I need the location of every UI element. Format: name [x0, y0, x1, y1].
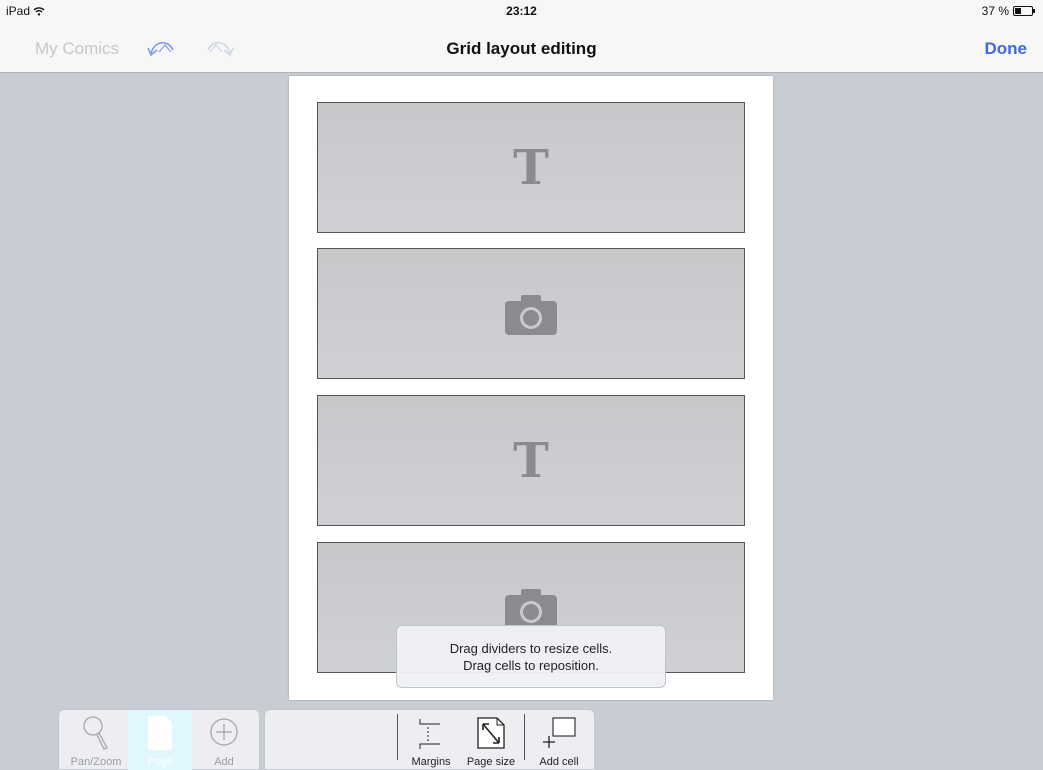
- navigation-bar: My Comics Grid layout editing Done: [0, 22, 1043, 73]
- pan-zoom-button[interactable]: Pan/Zoom: [64, 710, 128, 770]
- text-cell-icon: T: [513, 139, 549, 196]
- photo-cell[interactable]: [317, 248, 745, 379]
- page-size-icon: [477, 717, 505, 749]
- magnifier-icon: [83, 716, 108, 750]
- undo-icon[interactable]: [145, 34, 179, 62]
- add-mode-label: Add: [214, 756, 234, 768]
- add-cell-icon: [543, 717, 576, 748]
- divider: [397, 714, 398, 760]
- add-cell-label: Add cell: [539, 756, 579, 768]
- page-mode-label: Page: [147, 756, 173, 768]
- margins-icon: [419, 719, 440, 749]
- battery-icon: [1013, 6, 1035, 16]
- comic-page: T T: [289, 76, 773, 700]
- margins-label: Margins: [411, 756, 451, 768]
- text-cell-icon: T: [513, 432, 549, 489]
- page-actions-toolbar: Margins Page size Add cell: [264, 709, 595, 769]
- hint-tooltip: Drag dividers to resize cells. Drag cell…: [396, 625, 666, 688]
- hint-line-1: Drag dividers to resize cells.: [449, 641, 613, 656]
- page-size-label: Page size: [466, 756, 516, 768]
- my-comics-button[interactable]: My Comics: [35, 39, 119, 59]
- page-icon: [148, 716, 172, 750]
- pan-zoom-label: Pan/Zoom: [70, 756, 122, 768]
- margins-button[interactable]: Margins: [403, 710, 459, 770]
- battery-status: 37 %: [981, 4, 1035, 18]
- text-cell[interactable]: T: [317, 102, 745, 233]
- add-mode-button[interactable]: Add: [192, 710, 256, 770]
- divider: [524, 714, 525, 760]
- status-bar: iPad 23:12 37 %: [0, 0, 1043, 22]
- redo-icon[interactable]: [202, 34, 236, 62]
- camera-icon: [505, 588, 557, 629]
- hint-line-2: Drag cells to reposition.: [463, 658, 599, 673]
- mode-toolbar: Pan/Zoom Page Add: [58, 709, 260, 770]
- camera-icon: [505, 294, 557, 335]
- clock: 23:12: [506, 4, 537, 18]
- add-cell-button[interactable]: Add cell: [529, 710, 589, 770]
- text-cell[interactable]: T: [317, 395, 745, 526]
- page-size-button[interactable]: Page size: [461, 710, 521, 770]
- page-mode-button[interactable]: Page: [128, 710, 192, 770]
- plus-circle-icon: [210, 718, 238, 746]
- done-button[interactable]: Done: [985, 39, 1028, 59]
- battery-percent: 37 %: [981, 4, 1009, 18]
